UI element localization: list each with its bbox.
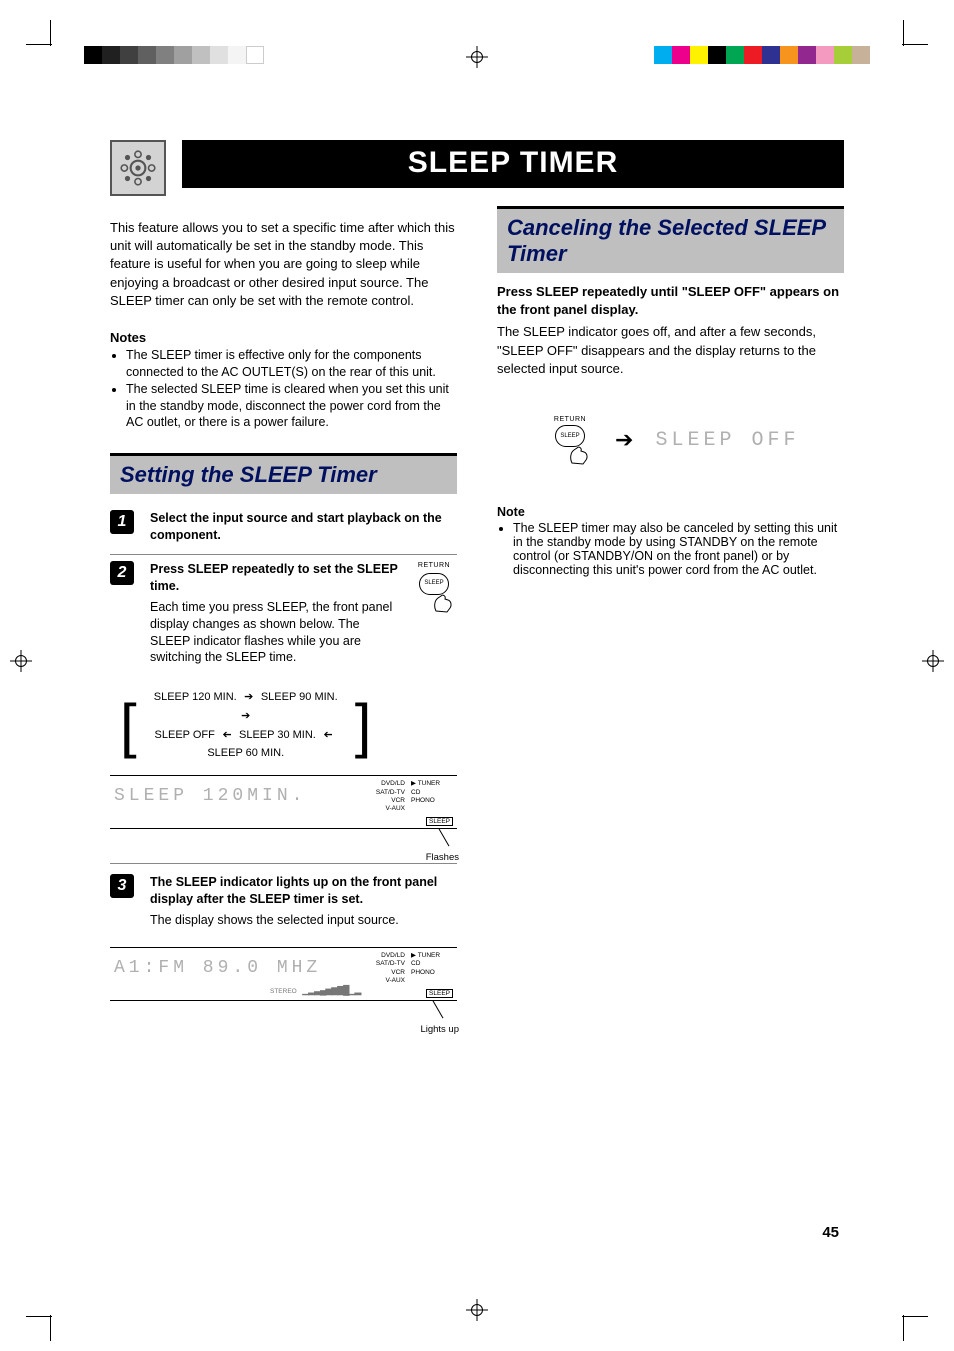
callout-flashes: Flashes: [426, 837, 459, 863]
crop-mark: [50, 1315, 51, 1341]
sleep-time-flow: [ SLEEP 120 MIN. ➔ SLEEP 90 MIN. ➔ SLEEP…: [114, 688, 453, 763]
note-item: The selected SLEEP time is cleared when …: [126, 381, 457, 432]
note-heading: Note: [497, 505, 844, 519]
return-label: RETURN: [418, 561, 450, 570]
crop-mark: [902, 44, 928, 45]
sleep-label: SLEEP: [424, 579, 443, 587]
flow-item: SLEEP OFF: [155, 729, 215, 741]
content-area: SLEEP TIMER This feature allows you to s…: [110, 140, 844, 1001]
intro-text: This feature allows you to set a specifi…: [110, 219, 457, 310]
step-text: Press SLEEP repeatedly to set the SLEEP …: [150, 561, 401, 595]
lcd-segment-text: SLEEP 120MIN.: [114, 780, 345, 806]
sleep-button-graphic: RETURN SLEEP: [547, 416, 593, 465]
crop-mark: [902, 1316, 928, 1317]
press-finger-icon: [568, 441, 590, 465]
left-column: This feature allows you to set a specifi…: [110, 206, 457, 1001]
step-number: 1: [110, 510, 134, 534]
lcd-segment-sleep-off: SLEEP OFF: [655, 429, 799, 452]
registration-mark-left: [10, 650, 32, 672]
registration-mark-bottom: [466, 1299, 488, 1321]
lcd-legend-left: DVD/LD SAT/D-TV VCR V-AUX: [345, 952, 405, 986]
page-title: SLEEP TIMER: [182, 146, 844, 180]
sleep-label: SLEEP: [560, 433, 579, 439]
crop-mark: [26, 44, 52, 45]
title-bar: SLEEP TIMER: [182, 140, 844, 188]
return-label: RETURN: [554, 416, 586, 423]
crop-mark: [50, 20, 51, 46]
registration-mark-top: [466, 46, 488, 68]
sleep-indicator: SLEEP: [426, 817, 453, 826]
crop-mark: [903, 1315, 904, 1341]
flow-item: SLEEP 30 MIN.: [239, 729, 316, 741]
step-2: 2 Press SLEEP repeatedly to set the SLEE…: [110, 555, 457, 676]
step-3: 3 The SLEEP indicator lights up on the f…: [110, 863, 457, 939]
sleep-button-graphic: RETURN SLEEP: [411, 561, 457, 666]
lcd-display-2: A1:FM 89.0 MHZ DVD/LD SAT/D-TV VCR V-AUX…: [110, 947, 457, 1001]
section-heading-setting: Setting the SLEEP Timer: [110, 453, 457, 494]
arrow-right-icon: ➔: [615, 427, 633, 453]
lcd-display-1: SLEEP 120MIN. DVD/LD SAT/D-TV VCR V-AUX …: [110, 775, 457, 829]
note-item: The SLEEP timer is effective only for th…: [126, 347, 457, 381]
section-heading-canceling: Canceling the Selected SLEEP Timer: [497, 206, 844, 273]
grayscale-bar: [84, 46, 264, 64]
color-bar: [654, 46, 870, 64]
page: SLEEP TIMER This feature allows you to s…: [0, 0, 954, 1351]
callout-lights-up: Lights up: [420, 1009, 459, 1035]
right-main-text: Press SLEEP repeatedly until "SLEEP OFF"…: [497, 284, 839, 317]
step-number: 3: [110, 874, 134, 898]
lcd-segment-text: A1:FM 89.0 MHZ: [114, 952, 345, 978]
step-text: The SLEEP indicator lights up on the fro…: [150, 874, 457, 908]
cancel-graphic-row: RETURN SLEEP ➔ SLEEP OFF: [497, 416, 844, 465]
right-column: Canceling the Selected SLEEP Timer Press…: [497, 206, 844, 1001]
press-finger-icon: [432, 589, 454, 613]
crop-mark: [903, 20, 904, 46]
registration-mark-right: [922, 650, 944, 672]
flow-item: SLEEP 60 MIN.: [207, 747, 284, 759]
remote-control-icon: [110, 140, 166, 196]
notes-list: The SLEEP timer is effective only for th…: [110, 347, 457, 431]
step-1: 1 Select the input source and start play…: [110, 504, 457, 555]
right-sub-text: The SLEEP indicator goes off, and after …: [497, 323, 844, 378]
level-bars-icon: STEREO ▁▂▃▄▅▆▇█▁▂: [270, 985, 360, 996]
page-number: 45: [822, 1224, 839, 1241]
flow-item: SLEEP 120 MIN.: [154, 691, 237, 703]
note-item: The SLEEP timer may also be canceled by …: [513, 521, 844, 577]
crop-mark: [26, 1316, 52, 1317]
lcd-legend-right: ▶ TUNER CD PHONO: [411, 952, 453, 977]
sleep-indicator: SLEEP: [426, 989, 453, 998]
step-subtext: Each time you press SLEEP, the front pan…: [150, 599, 401, 667]
step-subtext: The display shows the selected input sou…: [150, 912, 457, 929]
right-note: Note The SLEEP timer may also be cancele…: [497, 505, 844, 577]
lcd-legend-left: DVD/LD SAT/D-TV VCR V-AUX: [345, 780, 405, 814]
flow-item: SLEEP 90 MIN.: [261, 691, 338, 703]
lcd-legend-right: ▶ TUNER CD PHONO: [411, 780, 453, 805]
step-number: 2: [110, 561, 134, 585]
step-text: Select the input source and start playba…: [150, 510, 457, 544]
notes-heading: Notes: [110, 330, 457, 345]
